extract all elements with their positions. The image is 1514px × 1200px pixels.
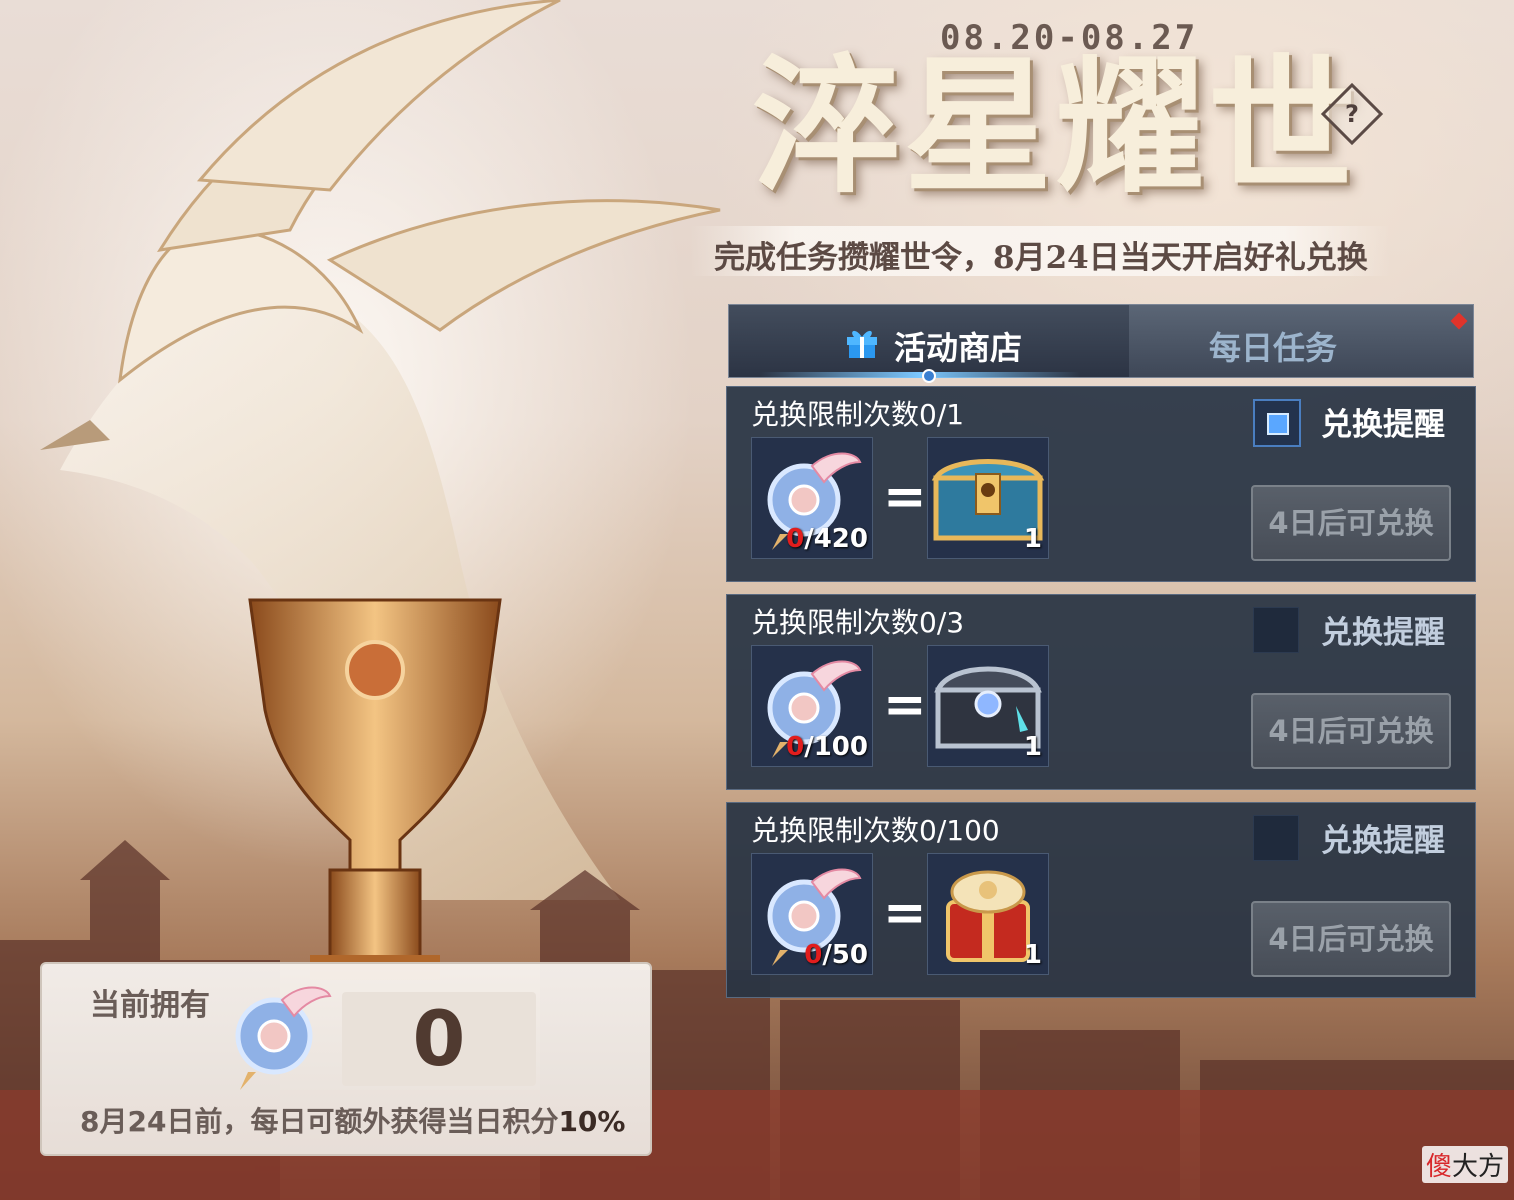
event-subtitle: 完成任务攒耀世令，8月24日当天开启好礼兑换 — [714, 240, 1368, 276]
owned-value: 0 — [412, 994, 466, 1083]
remind-checkbox[interactable] — [1253, 815, 1299, 861]
reward-count: 1 — [1023, 940, 1042, 970]
exchange-row: 兑换限制次数0/100 0/50 = 1 兑换提醒 4日后可兑换 — [726, 802, 1476, 998]
equals-sign: = — [883, 883, 927, 943]
cost-item-slot[interactable]: 0/420 — [751, 437, 873, 559]
event-title: 淬星耀世 — [752, 39, 1360, 213]
yaoshi-token-icon — [235, 986, 332, 1090]
cost-count: 0/50 — [804, 940, 868, 970]
tab-event-shop-label: 活动商店 — [894, 329, 1023, 367]
tab-daily-tasks[interactable]: 每日任务 — [1209, 323, 1337, 369]
active-tab-indicator — [760, 369, 1080, 383]
exchange-button[interactable]: 4日后可兑换 — [1251, 901, 1451, 977]
notification-dot — [1450, 312, 1468, 330]
owned-label: 当前拥有 — [90, 988, 210, 1023]
remind-checkbox[interactable] — [1253, 399, 1301, 447]
watermark: 傻大方 — [1422, 1146, 1509, 1183]
equals-sign: = — [883, 675, 927, 735]
cost-item-slot[interactable]: 0/50 — [751, 853, 873, 975]
exchange-row: 兑换限制次数0/3 0/100 = 1 兑换提醒 4日后可兑换 — [726, 594, 1476, 790]
exchange-row: 兑换限制次数0/1 0/420 = 1 兑换提醒 4日后可兑换 — [726, 386, 1476, 582]
remind-label: 兑换提醒 — [1321, 823, 1445, 859]
reward-count: 1 — [1023, 732, 1042, 762]
gift-icon — [847, 330, 877, 358]
exchange-limit-text: 兑换限制次数0/1 — [751, 398, 965, 431]
question-icon: ? — [1345, 100, 1359, 128]
owned-value-box: 0 — [342, 992, 536, 1086]
remind-label: 兑换提醒 — [1321, 407, 1445, 443]
reward-item-slot[interactable]: 1 — [927, 853, 1049, 975]
cost-count: 0/420 — [786, 524, 868, 554]
equals-sign: = — [883, 467, 927, 527]
exchange-limit-text: 兑换限制次数0/100 — [751, 814, 1000, 847]
remind-label: 兑换提醒 — [1321, 615, 1445, 651]
exchange-button[interactable]: 4日后可兑换 — [1251, 485, 1451, 561]
exchange-limit-text: 兑换限制次数0/3 — [751, 606, 965, 639]
golden-trophy-icon — [248, 598, 502, 980]
tab-event-shop[interactable]: 活动商店 — [729, 305, 1129, 377]
exchange-button[interactable]: 4日后可兑换 — [1251, 693, 1451, 769]
cost-item-slot[interactable]: 0/100 — [751, 645, 873, 767]
cost-count: 0/100 — [786, 732, 868, 762]
reward-item-slot[interactable]: 1 — [927, 437, 1049, 559]
remind-checkbox[interactable] — [1253, 607, 1299, 653]
bonus-note: 8月24日前，每日可额外获得当日积分10% — [80, 1105, 626, 1138]
reward-count: 1 — [1023, 524, 1042, 554]
tab-bar: 活动商店 每日任务 — [728, 304, 1474, 378]
owned-currency-panel: 当前拥有 0 8月24日前，每日可额外获得当日积分10% — [40, 962, 652, 1156]
reward-item-slot[interactable]: 1 — [927, 645, 1049, 767]
